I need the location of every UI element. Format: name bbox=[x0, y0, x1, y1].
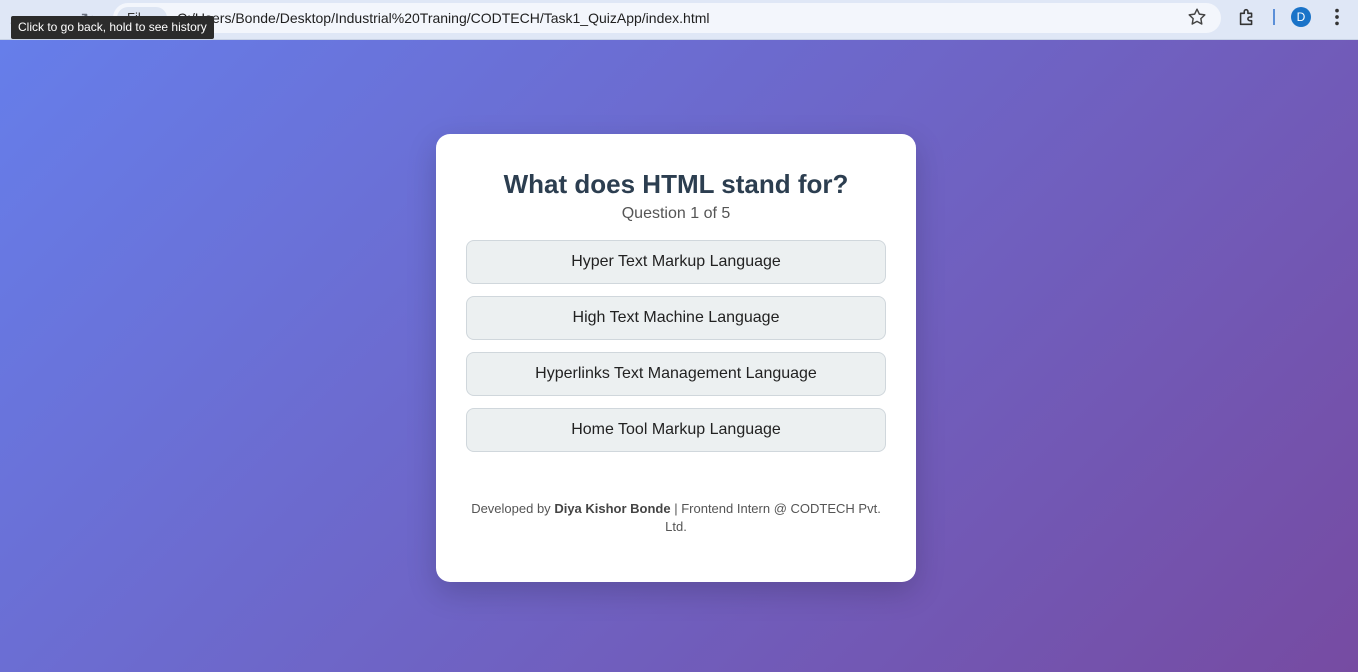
profile-avatar[interactable]: D bbox=[1291, 7, 1311, 27]
kebab-menu-icon[interactable] bbox=[1326, 6, 1348, 28]
back-button-tooltip: Click to go back, hold to see history bbox=[11, 16, 214, 39]
question-counter: Question 1 of 5 bbox=[621, 205, 731, 222]
option-button-1[interactable]: Hyper Text Markup Language bbox=[466, 240, 886, 284]
developer-name: Diya Kishor Bonde bbox=[554, 501, 671, 516]
footer-suffix: | Frontend Intern @ CODTECH Pvt. Ltd. bbox=[665, 501, 881, 534]
extensions-puzzle-icon[interactable] bbox=[1236, 6, 1258, 28]
address-bar[interactable]: Fil C:/Users/Bonde/Desktop/Industrial%20… bbox=[113, 3, 1221, 33]
page-background: What does HTML stand for? Question 1 of … bbox=[0, 40, 1358, 672]
toolbar-divider bbox=[1273, 9, 1275, 25]
footer-prefix: Developed by bbox=[471, 501, 555, 516]
option-button-3[interactable]: Hyperlinks Text Management Language bbox=[466, 352, 886, 396]
bookmark-star-icon[interactable] bbox=[1186, 6, 1208, 28]
question-text: What does HTML stand for? bbox=[503, 169, 849, 199]
options-list: Hyper Text Markup Language High Text Mac… bbox=[466, 240, 886, 452]
url-text[interactable]: C:/Users/Bonde/Desktop/Industrial%20Tran… bbox=[177, 3, 710, 33]
quiz-card: What does HTML stand for? Question 1 of … bbox=[436, 134, 916, 582]
footer-credit: Developed by Diya Kishor Bonde | Fronten… bbox=[466, 500, 886, 536]
option-button-2[interactable]: High Text Machine Language bbox=[466, 296, 886, 340]
option-button-4[interactable]: Home Tool Markup Language bbox=[466, 408, 886, 452]
